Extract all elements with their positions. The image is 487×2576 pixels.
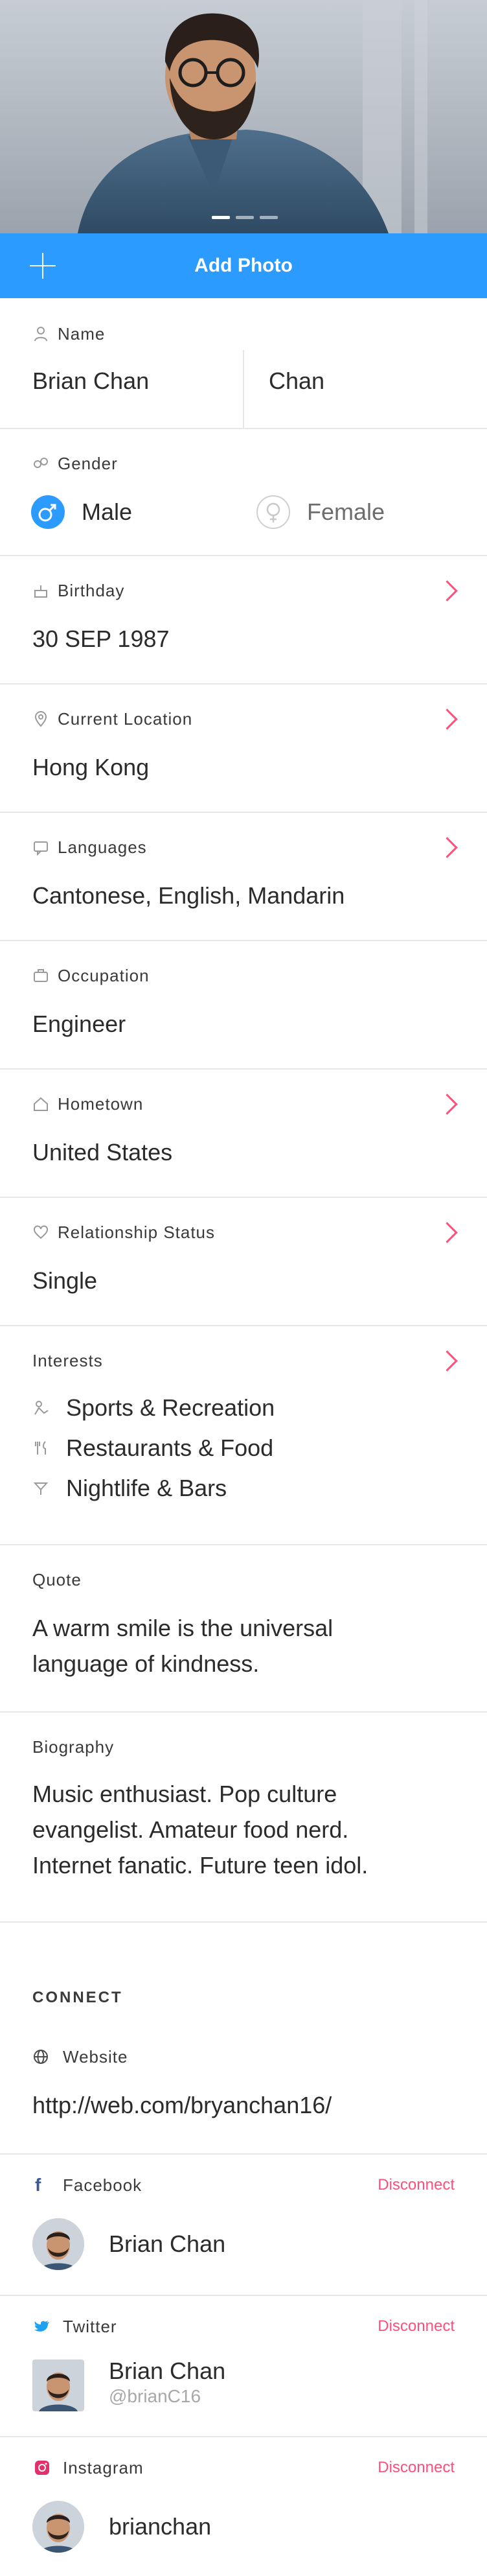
website-label: Website xyxy=(63,2047,128,2067)
chevron-right-icon xyxy=(436,1094,458,1115)
facebook-avatar xyxy=(32,2218,84,2270)
biography-section: Biography Music enthusiast. Pop culture … xyxy=(0,1711,487,1923)
instagram-section: Instagram Disconnect brianchan xyxy=(0,2436,487,2576)
languages-row[interactable]: Languages Cantonese, English, Mandarin xyxy=(0,812,487,941)
facebook-account-name: Brian Chan xyxy=(109,2231,226,2257)
quote-line: language of kindness. xyxy=(32,1650,260,1677)
relationship-label: Relationship Status xyxy=(58,1223,216,1242)
location-label: Current Location xyxy=(58,709,193,729)
twitter-handle: @brianC16 xyxy=(109,2386,201,2406)
briefcase-icon xyxy=(34,969,48,982)
languages-value: Cantonese, English, Mandarin xyxy=(32,882,345,909)
interest-item: Sports & Recreation xyxy=(32,1394,275,1422)
twitter-label: Twitter xyxy=(63,2317,117,2336)
male-label: Male xyxy=(82,498,133,525)
chevron-right-icon xyxy=(436,1222,458,1243)
quote-section: Quote A warm smile is the universal lang… xyxy=(0,1544,487,1713)
birthday-value: 30 SEP 1987 xyxy=(32,626,170,652)
birthday-label: Birthday xyxy=(58,581,125,600)
interest-label: Sports & Recreation xyxy=(66,1394,275,1421)
relationship-value: Single xyxy=(32,1267,98,1294)
twitter-account-name: Brian Chan xyxy=(109,2358,226,2384)
biography-line: evangelist. Amateur food nerd. xyxy=(32,1816,349,1843)
biography-line: Internet fanatic. Future teen idol. xyxy=(32,1852,368,1879)
chevron-right-icon xyxy=(436,837,458,858)
twitter-section: Twitter Disconnect Brian Chan @brianC16 xyxy=(0,2295,487,2437)
twitter-disconnect-button[interactable]: Disconnect xyxy=(378,2317,455,2336)
interest-item: Restaurants & Food xyxy=(32,1434,273,1462)
interest-item: Nightlife & Bars xyxy=(32,1474,227,1503)
cake-icon xyxy=(34,585,47,598)
quote-label: Quote xyxy=(32,1570,82,1589)
male-icon xyxy=(31,495,65,529)
name-section: Name Brian Chan Chan xyxy=(0,298,487,429)
languages-label: Languages xyxy=(58,837,147,857)
name-divider xyxy=(243,350,244,428)
gender-label: Gender xyxy=(58,454,118,473)
hometown-row[interactable]: Hometown United States xyxy=(0,1068,487,1198)
location-row[interactable]: Current Location Hong Kong xyxy=(0,683,487,813)
facebook-label: Facebook xyxy=(63,2175,142,2195)
connect-heading: CONNECT xyxy=(32,1989,123,2006)
gender-icon xyxy=(34,458,48,468)
biography-line: Music enthusiast. Pop culture xyxy=(32,1781,337,1807)
gender-option-male[interactable]: Male xyxy=(31,495,132,529)
biography-label: Biography xyxy=(32,1737,115,1757)
chevron-right-icon xyxy=(436,1350,458,1372)
chevron-right-icon xyxy=(436,708,458,730)
pager-dot[interactable] xyxy=(260,216,278,219)
add-photo-label: Add Photo xyxy=(194,255,293,276)
photo-pager-dots[interactable] xyxy=(212,216,278,219)
quote-text[interactable]: A warm smile is the universal language o… xyxy=(32,1610,460,1681)
profile-photo[interactable] xyxy=(0,0,487,233)
interest-label: Nightlife & Bars xyxy=(66,1475,227,1501)
heart-arrow-icon xyxy=(34,1225,48,1239)
occupation-field[interactable]: Engineer xyxy=(32,1010,126,1038)
interests-row[interactable]: Interests Sports & Recreation Restaurant… xyxy=(0,1325,487,1545)
person-icon xyxy=(34,327,47,342)
occupation-label: Occupation xyxy=(58,966,150,985)
instagram-avatar xyxy=(32,2501,84,2553)
interest-label: Restaurants & Food xyxy=(66,1434,274,1461)
birthday-row[interactable]: Birthday 30 SEP 1987 xyxy=(0,555,487,685)
pager-dot[interactable] xyxy=(236,216,254,219)
location-pin-icon xyxy=(34,711,47,727)
chevron-right-icon xyxy=(436,580,458,602)
female-icon xyxy=(256,495,290,529)
facebook-icon: f xyxy=(35,2175,41,2195)
instagram-icon xyxy=(35,2461,49,2475)
profile-photo-illustration xyxy=(78,0,427,233)
location-value: Hong Kong xyxy=(32,754,150,780)
home-icon xyxy=(34,1097,48,1111)
last-name-field[interactable]: Chan xyxy=(269,367,324,395)
interests-label: Interests xyxy=(32,1351,103,1370)
fork-knife-icon xyxy=(35,1441,46,1455)
female-label: Female xyxy=(307,498,385,525)
sports-icon xyxy=(34,1401,49,1415)
website-field[interactable]: http://web.com/bryanchan16/ xyxy=(32,2091,332,2120)
gender-option-female[interactable]: Female xyxy=(256,495,385,529)
first-name-field[interactable]: Brian Chan xyxy=(32,367,149,395)
quote-line: A warm smile is the universal xyxy=(32,1615,334,1641)
cocktail-icon xyxy=(33,1482,49,1495)
speech-bubble-icon xyxy=(34,841,48,856)
facebook-disconnect-button[interactable]: Disconnect xyxy=(378,2175,455,2195)
gender-section: Gender Male Female xyxy=(0,428,487,556)
relationship-row[interactable]: Relationship Status Single xyxy=(0,1197,487,1326)
website-section: Website http://web.com/bryanchan16/ xyxy=(0,2026,487,2155)
name-label: Name xyxy=(58,324,106,344)
twitter-avatar xyxy=(32,2359,84,2411)
twitter-icon xyxy=(34,2321,49,2332)
instagram-disconnect-button[interactable]: Disconnect xyxy=(378,2458,455,2477)
instagram-label: Instagram xyxy=(63,2458,144,2477)
hometown-value: United States xyxy=(32,1139,173,1165)
biography-text[interactable]: Music enthusiast. Pop culture evangelist… xyxy=(32,1776,460,1883)
add-photo-button[interactable]: Add Photo xyxy=(0,233,487,298)
pager-dot-active[interactable] xyxy=(212,216,230,219)
globe-icon xyxy=(34,2050,48,2064)
hometown-label: Hometown xyxy=(58,1094,144,1114)
facebook-section: f Facebook Disconnect Brian Chan xyxy=(0,2153,487,2296)
occupation-section: Occupation Engineer xyxy=(0,940,487,1070)
instagram-account-name: brianchan xyxy=(109,2513,212,2540)
